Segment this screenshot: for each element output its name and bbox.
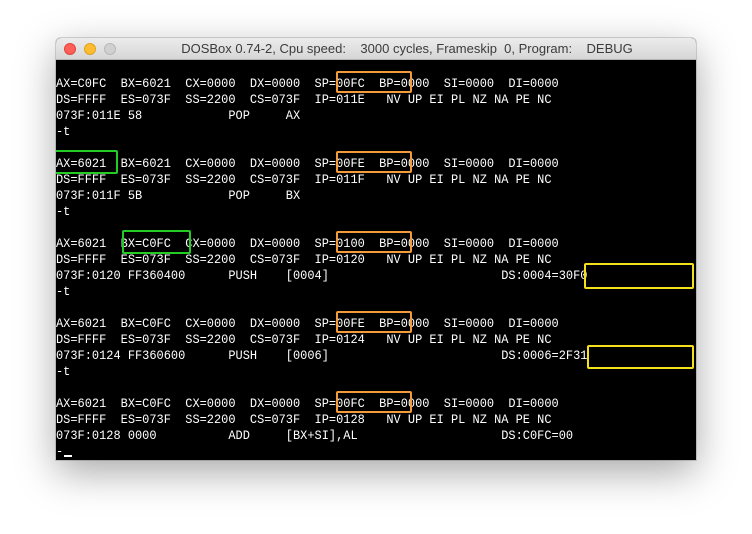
memory-value-highlight-box (584, 263, 694, 289)
terminal-line: DS=FFFF ES=073F SS=2200 CS=073F IP=011E … (56, 92, 552, 107)
terminal-line: AX=C0FC BX=6021 CX=0000 DX=0000 SP=00FC … (56, 76, 559, 91)
title-bar[interactable]: DOSBox 0.74-2, Cpu speed: 3000 cycles, F… (56, 38, 696, 60)
minimize-window-icon[interactable] (84, 43, 96, 55)
terminal-line: AX=6021 BX=6021 CX=0000 DX=0000 SP=00FE … (56, 156, 559, 171)
terminal-line: DS=FFFF ES=073F SS=2200 CS=073F IP=0120 … (56, 252, 552, 267)
zoom-window-icon[interactable] (104, 43, 116, 55)
terminal-line: -t (56, 364, 71, 379)
terminal-line: -t (56, 284, 71, 299)
window-title: DOSBox 0.74-2, Cpu speed: 3000 cycles, F… (181, 41, 633, 56)
terminal-line: DS=FFFF ES=073F SS=2200 CS=073F IP=011F … (56, 172, 552, 187)
text-cursor (64, 455, 72, 457)
terminal-line: -t (56, 124, 71, 139)
close-window-icon[interactable] (64, 43, 76, 55)
dos-terminal[interactable]: AX=C0FC BX=6021 CX=0000 DX=0000 SP=00FC … (56, 60, 696, 460)
terminal-line: 073F:0128 0000 ADD [BX+SI],AL DS:C0FC=00 (56, 428, 574, 443)
terminal-line: DS=FFFF ES=073F SS=2200 CS=073F IP=0128 … (56, 412, 552, 427)
terminal-line: 073F:0124 FF360600 PUSH [0006] DS:0006=2… (56, 348, 588, 363)
terminal-line: AX=6021 BX=C0FC CX=0000 DX=0000 SP=00FE … (56, 316, 559, 331)
dosbox-window: DOSBox 0.74-2, Cpu speed: 3000 cycles, F… (56, 38, 696, 460)
terminal-line: 073F:0120 FF360400 PUSH [0004] DS:0004=3… (56, 268, 588, 283)
terminal-line: 073F:011F 5B POP BX (56, 188, 301, 203)
terminal-line: - (56, 444, 64, 459)
terminal-line: -t (56, 204, 71, 219)
terminal-line: DS=FFFF ES=073F SS=2200 CS=073F IP=0124 … (56, 332, 552, 347)
terminal-line: AX=6021 BX=C0FC CX=0000 DX=0000 SP=0100 … (56, 236, 559, 251)
memory-value-highlight-box (587, 345, 694, 369)
terminal-line: 073F:011E 58 POP AX (56, 108, 301, 123)
terminal-line: AX=6021 BX=C0FC CX=0000 DX=0000 SP=00FC … (56, 396, 559, 411)
